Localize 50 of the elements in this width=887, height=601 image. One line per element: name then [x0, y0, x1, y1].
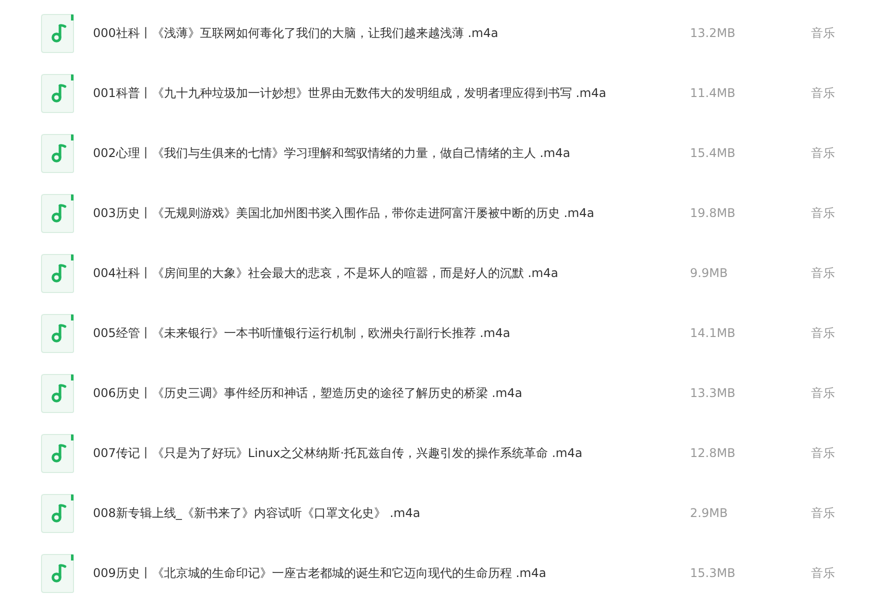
music-file-icon — [41, 434, 74, 472]
file-type: 音乐 — [811, 144, 835, 162]
file-name: 004社科丨《房间里的大象》社会最大的悲哀，不是坏人的喧嚣，而是好人的沉默 .m4a — [93, 264, 560, 282]
file-type: 音乐 — [811, 24, 835, 42]
file-type: 音乐 — [811, 204, 835, 222]
music-file-icon — [41, 494, 74, 532]
music-file-icon — [41, 14, 74, 52]
file-name: 007传记丨《只是为了好玩》Linux之父林纳斯·托瓦兹自传，兴趣引发的操作系统革命 .m4a — [93, 444, 584, 462]
file-type: 音乐 — [811, 84, 835, 102]
file-row[interactable]: 002心理丨《我们与生俱来的七情》学习理解和驾驭情绪的力量，做自己情绪的主人 .m4a 15.4MB 音乐 — [0, 123, 887, 183]
file-row[interactable]: 003历史丨《无规则游戏》美国北加州图书奖入围作品，带你走进阿富汗屡被中断的历史 .m4a 19.8MB 音乐 — [0, 183, 887, 243]
file-name: 009历史丨《北京城的生命印记》一座古老都城的诞生和它迈向现代的生命历程 .m4a — [93, 564, 548, 582]
file-type: 音乐 — [811, 504, 835, 522]
file-size: 12.8MB — [690, 446, 736, 460]
file-name: 003历史丨《无规则游戏》美国北加州图书奖入围作品，带你走进阿富汗屡被中断的历史 .m4a — [93, 204, 596, 222]
file-type: 音乐 — [811, 324, 835, 342]
file-type: 音乐 — [811, 384, 835, 402]
file-type: 音乐 — [811, 444, 835, 462]
file-name: 001科普丨《九十九种垃圾加一计妙想》世界由无数伟大的发明组成，发明者理应得到书写 .m4a — [93, 84, 608, 102]
file-size: 9.9MB — [690, 266, 729, 280]
file-row[interactable]: 000社科丨《浅薄》互联网如何毒化了我们的大脑，让我们越来越浅薄 .m4a 13.2MB 音乐 — [0, 3, 887, 63]
music-file-icon — [41, 134, 74, 172]
file-name: 006历史丨《历史三调》事件经历和神话，塑造历史的途径了解历史的桥梁 .m4a — [93, 384, 524, 402]
file-size: 13.2MB — [690, 26, 736, 40]
file-name: 002心理丨《我们与生俱来的七情》学习理解和驾驭情绪的力量，做自己情绪的主人 .m4a — [93, 144, 572, 162]
file-row[interactable]: 009历史丨《北京城的生命印记》一座古老都城的诞生和它迈向现代的生命历程 .m4a 15.3MB 音乐 — [0, 543, 887, 601]
file-type: 音乐 — [811, 564, 835, 582]
file-size: 15.3MB — [690, 566, 736, 580]
file-row[interactable]: 001科普丨《九十九种垃圾加一计妙想》世界由无数伟大的发明组成，发明者理应得到书写 .m4a 11.4MB 音乐 — [0, 63, 887, 123]
file-size: 11.4MB — [690, 86, 736, 100]
music-file-icon — [41, 314, 74, 352]
file-name: 000社科丨《浅薄》互联网如何毒化了我们的大脑，让我们越来越浅薄 .m4a — [93, 24, 500, 42]
file-row[interactable]: 005经管丨《未来银行》一本书听懂银行运行机制，欧洲央行副行长推荐 .m4a 14.1MB 音乐 — [0, 303, 887, 363]
file-size: 15.4MB — [690, 146, 736, 160]
file-size: 19.8MB — [690, 206, 736, 220]
file-name: 008新专辑上线_《新书来了》内容试听《口罩文化史》 .m4a — [93, 504, 422, 522]
music-file-icon — [41, 194, 74, 232]
file-size: 2.9MB — [690, 506, 729, 520]
file-size: 13.3MB — [690, 386, 736, 400]
music-file-icon — [41, 554, 74, 592]
file-size: 14.1MB — [690, 326, 736, 340]
file-type: 音乐 — [811, 264, 835, 282]
file-row[interactable]: 007传记丨《只是为了好玩》Linux之父林纳斯·托瓦兹自传，兴趣引发的操作系统革命 .m4a 12.8MB 音乐 — [0, 423, 887, 483]
file-name: 005经管丨《未来银行》一本书听懂银行运行机制，欧洲央行副行长推荐 .m4a — [93, 324, 512, 342]
file-row[interactable]: 004社科丨《房间里的大象》社会最大的悲哀，不是坏人的喧嚣，而是好人的沉默 .m4a 9.9MB 音乐 — [0, 243, 887, 303]
music-file-icon — [41, 74, 74, 112]
file-row[interactable]: 006历史丨《历史三调》事件经历和神话，塑造历史的途径了解历史的桥梁 .m4a 13.3MB 音乐 — [0, 363, 887, 423]
music-file-icon — [41, 374, 74, 412]
music-file-icon — [41, 254, 74, 292]
file-row[interactable]: 008新专辑上线_《新书来了》内容试听《口罩文化史》 .m4a 2.9MB 音乐 — [0, 483, 887, 543]
